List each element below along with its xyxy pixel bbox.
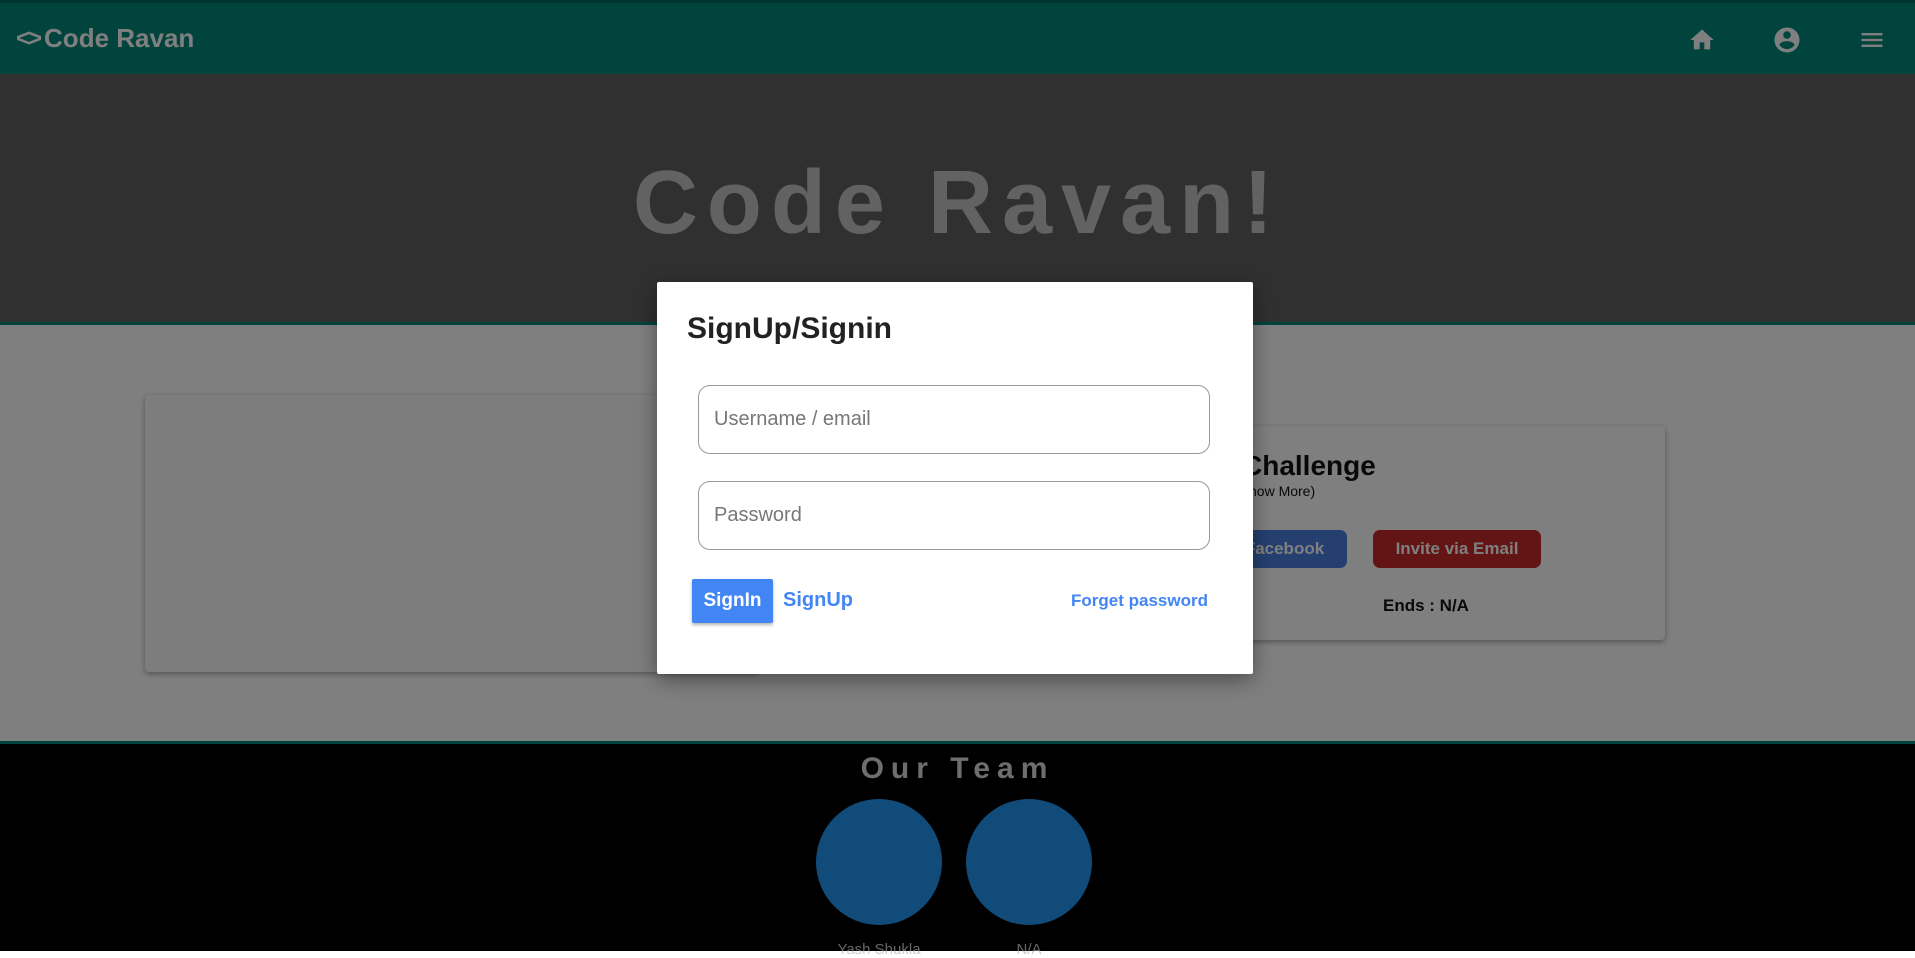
modal-title: SignUp/Signin [687, 312, 892, 345]
forget-password-link[interactable]: Forget password [1071, 591, 1208, 611]
signup-link[interactable]: SignUp [783, 589, 853, 612]
password-input[interactable] [698, 481, 1210, 550]
signin-button[interactable]: SignIn [692, 579, 773, 623]
signin-modal: SignUp/Signin SignIn SignUp Forget passw… [657, 282, 1253, 674]
username-input[interactable] [698, 385, 1210, 454]
